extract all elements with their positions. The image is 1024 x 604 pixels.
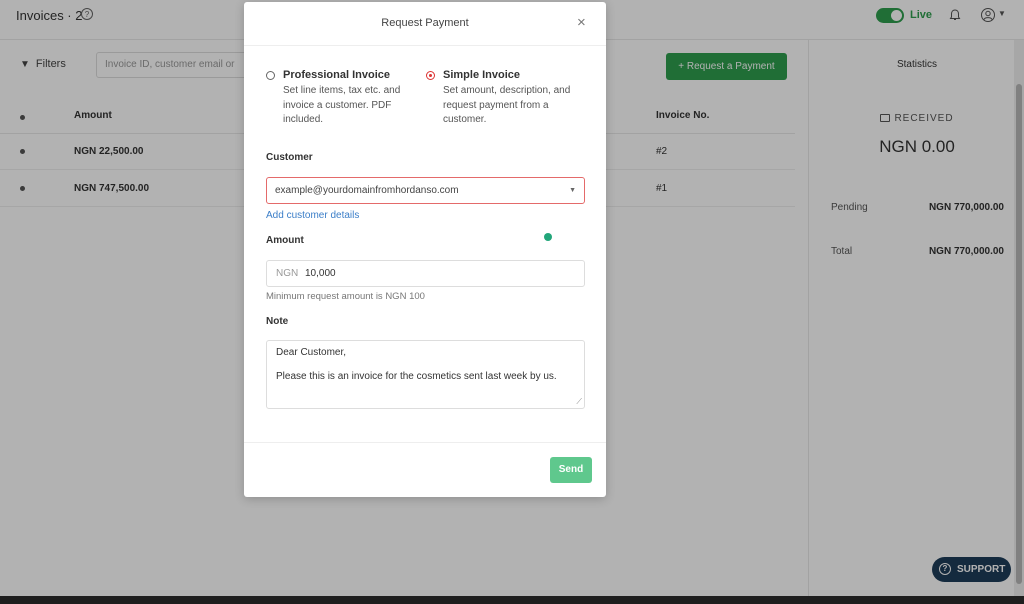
option-title: Simple Invoice [443, 69, 521, 81]
note-line: Please this is an invoice for the cosmet… [276, 371, 557, 382]
os-taskbar [0, 596, 1024, 604]
option-description: Set amount, description, and request pay… [443, 85, 571, 125]
radio-button[interactable] [266, 71, 275, 80]
close-icon[interactable]: × [577, 15, 586, 30]
option-description: Set line items, tax etc. and invoice a c… [283, 85, 401, 125]
add-customer-details-link[interactable]: Add customer details [266, 210, 359, 221]
status-dot [544, 233, 552, 241]
amount-value: 10,000 [305, 268, 336, 279]
chevron-down-icon: ▼ [569, 187, 576, 194]
customer-select[interactable]: example@yourdomainfromhordanso.com ▼ [266, 177, 585, 204]
note-label: Note [266, 316, 289, 327]
modal-header: Request Payment × [244, 2, 606, 46]
customer-select-value: example@yourdomainfromhordanso.com [275, 185, 459, 196]
note-line: Dear Customer, [276, 347, 347, 358]
customer-label: Customer [266, 152, 313, 163]
modal-title: Request Payment [381, 17, 469, 29]
amount-hint: Minimum request amount is NGN 100 [266, 291, 425, 302]
request-payment-modal: Request Payment × Professional Invoice S… [244, 2, 606, 497]
resize-handle-icon[interactable]: ⟋ [576, 397, 582, 407]
send-button[interactable]: Send [550, 457, 592, 483]
amount-label: Amount [266, 235, 304, 246]
amount-input[interactable]: NGN 10,000 [266, 260, 585, 287]
radio-button-selected[interactable] [426, 71, 435, 80]
currency-prefix: NGN [276, 268, 299, 279]
note-textarea[interactable]: Dear Customer, Please this is an invoice… [266, 340, 585, 409]
option-title: Professional Invoice [283, 69, 390, 81]
